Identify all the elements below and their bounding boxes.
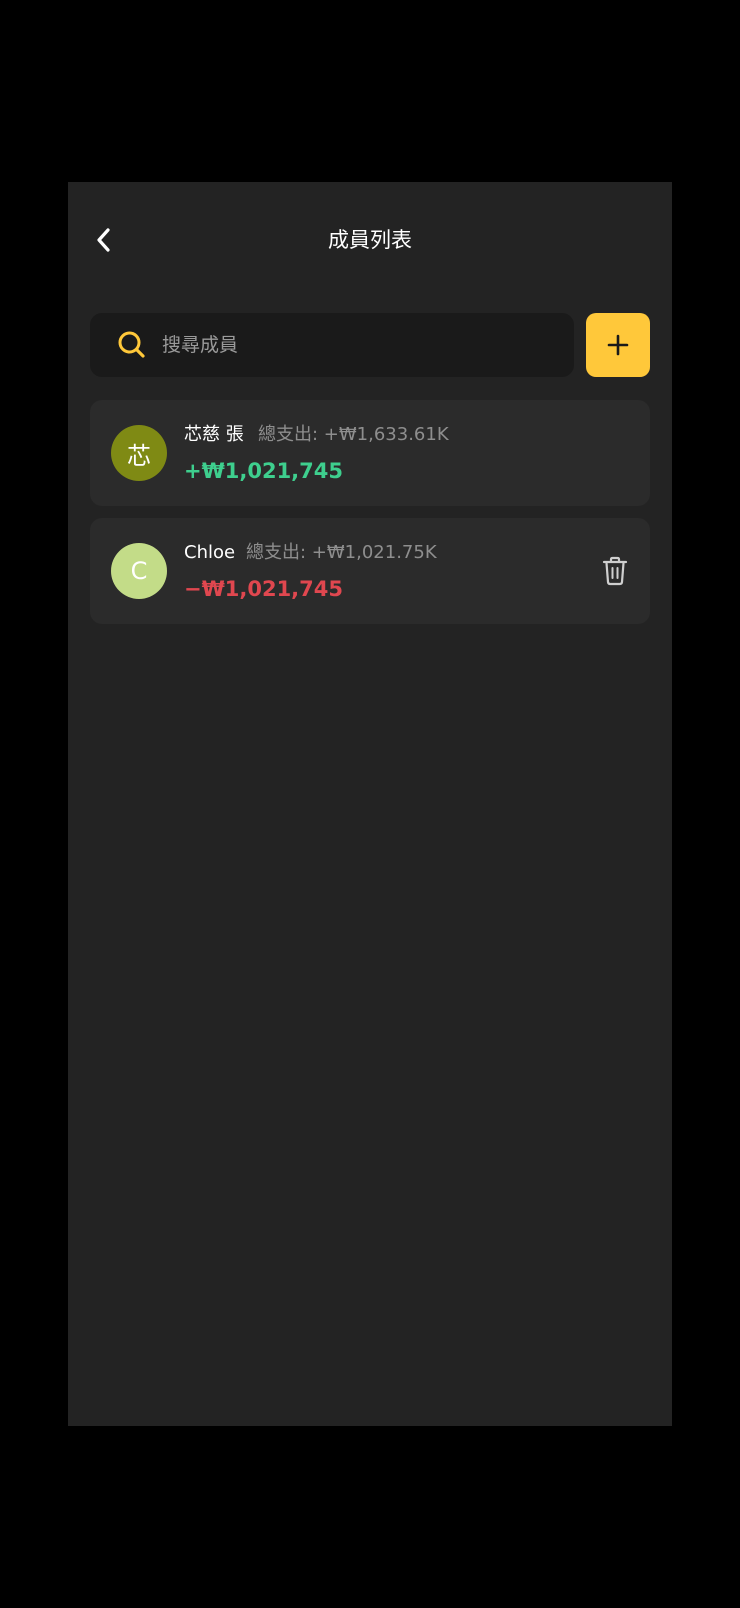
page-title: 成員列表 — [328, 228, 412, 252]
add-member-button[interactable] — [586, 313, 650, 377]
avatar: C — [111, 543, 167, 599]
member-card[interactable]: 芯 芯慈 張 總支出: +₩1,633.61K +₩1,021,745 — [90, 400, 650, 506]
search-icon — [116, 329, 148, 361]
delete-member-button[interactable] — [600, 555, 630, 587]
member-total-spend: 總支出: +₩1,633.61K — [258, 424, 449, 445]
member-list: 芯 芯慈 張 總支出: +₩1,633.61K +₩1,021,745 C Ch… — [90, 400, 650, 636]
member-name: 芯慈 張 — [184, 424, 244, 445]
trash-icon — [602, 556, 628, 586]
member-balance: +₩1,021,745 — [184, 459, 343, 483]
member-balance: −₩1,021,745 — [184, 577, 343, 601]
app-screen: 成員列表 芯 芯慈 張 總支出: +₩1,633.61K +₩1,021,745… — [68, 182, 672, 1426]
member-name: Chloe — [184, 542, 236, 563]
member-card[interactable]: C Chloe 總支出: +₩1,021.75K −₩1,021,745 — [90, 518, 650, 624]
search-bar[interactable] — [90, 313, 574, 377]
avatar: 芯 — [111, 425, 167, 481]
plus-icon — [607, 334, 629, 356]
member-total-spend: 總支出: +₩1,021.75K — [246, 542, 437, 563]
header: 成員列表 — [68, 182, 672, 302]
search-input[interactable] — [162, 325, 574, 365]
